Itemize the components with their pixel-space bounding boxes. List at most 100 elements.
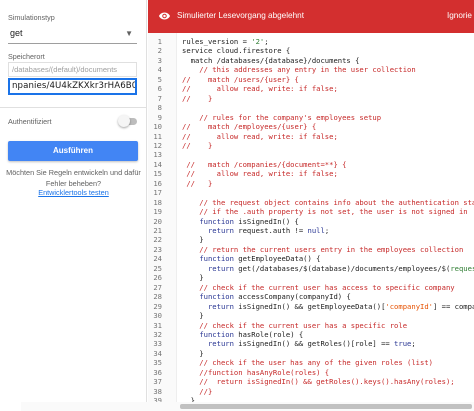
code-token: isSignedIn() && getEmployeeData()[ — [233, 301, 386, 311]
line-number: 33 — [153, 339, 162, 349]
code-token: return — [207, 263, 234, 273]
code-token: // } — [182, 93, 213, 103]
line-number: 36 — [153, 367, 162, 377]
code-token: // allow read, write: if false; — [182, 84, 338, 94]
code-token: service cloud.firestore { — [182, 46, 291, 56]
code-token: } — [182, 311, 204, 321]
location-input[interactable]: npanies/4U4kZKXkr3rHA6B04S5K — [8, 78, 137, 95]
ignore-button[interactable]: Ignorie — [447, 11, 472, 20]
code-token: // rules for the company's employees set… — [182, 112, 382, 122]
code-line: // match /employees/{user} { — [182, 122, 316, 131]
scrollbar-thumb[interactable] — [180, 404, 472, 409]
code-line: //function hasAnyRole(roles) { — [182, 368, 329, 377]
code-token: // check if the user has any of the give… — [182, 358, 433, 368]
line-number: 32 — [153, 329, 162, 339]
code-token: // } — [182, 178, 213, 188]
code-token: // } — [182, 140, 213, 150]
code-line: function getEmployeeData() { — [182, 254, 320, 263]
code-line: return isSignedIn() && getEmployeeData()… — [182, 302, 474, 311]
rules-editor[interactable]: 1 2 3 4 5 6 7 8 9 10 11 12 13 14 15 16 17 18 19 20 21 22 23 24 2… — [148, 33, 474, 411]
line-number: 1 — [157, 37, 162, 46]
code-token: rules_version = — [182, 37, 252, 46]
code-line: // } — [182, 141, 212, 150]
code-token: // return the current users entry in the… — [182, 244, 464, 254]
line-number: 22 — [153, 235, 162, 245]
code-line: // return the current users entry in the… — [182, 245, 463, 254]
line-number: 10 — [153, 122, 162, 132]
line-number: 4 — [157, 65, 162, 75]
line-number: 6 — [157, 84, 162, 94]
line-number: 2 — [157, 46, 162, 56]
code-line: // this addresses any entry in the user … — [182, 65, 416, 75]
line-number: 18 — [153, 197, 162, 207]
code-line: // match /companies/{document=**} { — [182, 160, 346, 169]
code-line: function accessCompany(companyId) { — [182, 292, 351, 302]
code-line: return request.auth != null; — [182, 226, 329, 235]
divider — [0, 107, 147, 108]
line-number: 38 — [153, 386, 162, 396]
code-token: getEmployeeData() { — [233, 254, 321, 264]
location-label: Speicherort — [8, 52, 45, 61]
code-token: // return isSignedIn() && getRoles().key… — [182, 377, 455, 387]
code-token: ; — [264, 37, 269, 46]
code-token: // match /companies/{document=**} { — [182, 159, 347, 169]
visibility-icon — [159, 12, 170, 20]
code-line: // match /users/{user} { — [182, 75, 299, 84]
line-number: 24 — [153, 254, 162, 264]
simulation-type-value: get — [10, 28, 23, 38]
line-number: 28 — [153, 292, 162, 302]
line-number: 15 — [153, 169, 162, 179]
code-line: //} — [182, 387, 212, 396]
code-token: accessCompany(companyId) { — [233, 292, 351, 302]
simulation-type-select[interactable]: get ▼ — [8, 23, 137, 44]
line-number-gutter: 1 2 3 4 5 6 7 8 9 10 11 12 13 14 15 16 17 18 19 20 21 22 23 24 2… — [148, 33, 177, 411]
line-number: 20 — [153, 216, 162, 226]
authenticated-toggle-knob[interactable] — [118, 115, 130, 127]
code-line: // check if the current user has a speci… — [182, 321, 407, 330]
code-line: function isSignedIn() { — [182, 217, 299, 226]
line-number: 14 — [153, 159, 162, 169]
code-token: get(/databases/$(database)/documents/emp… — [233, 263, 451, 273]
line-number: 26 — [153, 273, 162, 283]
line-number: 23 — [153, 244, 162, 254]
code-token: // the request object contains info abou… — [182, 197, 474, 207]
simulator-panel: Simulationstyp get ▼ Speicherort /databa… — [0, 0, 147, 411]
run-button[interactable]: Ausführen — [8, 141, 138, 161]
code-token: } — [182, 273, 204, 283]
devtools-link[interactable]: Entwicklertools testen — [0, 188, 147, 197]
line-number: 12 — [153, 140, 162, 150]
code-line: // check if the user has any of the give… — [182, 358, 433, 367]
code-line: return get(/databases/$(database)/docume… — [182, 264, 474, 273]
code-token: // this addresses any entry in the user … — [182, 65, 416, 75]
location-prefix-field: /databases/(default)/documents — [8, 62, 137, 77]
code-line: service cloud.firestore { — [182, 46, 290, 55]
line-number: 34 — [153, 348, 162, 358]
code-token: //} — [182, 386, 213, 396]
line-number: 16 — [153, 178, 162, 188]
code-line: // return isSignedIn() && getRoles().key… — [182, 377, 455, 387]
line-number: 31 — [153, 320, 162, 330]
code-line: } — [182, 273, 204, 283]
code-token: match /databases/{database}/documents { — [182, 55, 360, 65]
line-number: 30 — [153, 311, 162, 321]
code-token: function — [199, 329, 234, 339]
code-token: // allow read, write: if false; — [182, 169, 338, 179]
code-line: // if the .auth property is not set, the… — [182, 207, 467, 216]
code-line: // } — [182, 179, 212, 188]
code-token: request.auth != — [233, 226, 308, 235]
code-token: // match /users/{user} { — [182, 74, 299, 84]
line-number: 17 — [153, 188, 162, 198]
code-token: function — [199, 254, 234, 264]
code-token: return — [207, 339, 234, 349]
code-line: // the request object contains info abou… — [182, 198, 474, 207]
code-token: null — [307, 226, 325, 235]
line-number: 13 — [153, 150, 162, 160]
dropdown-caret-icon: ▼ — [125, 29, 133, 38]
code-line: // rules for the company's employees set… — [182, 113, 381, 122]
